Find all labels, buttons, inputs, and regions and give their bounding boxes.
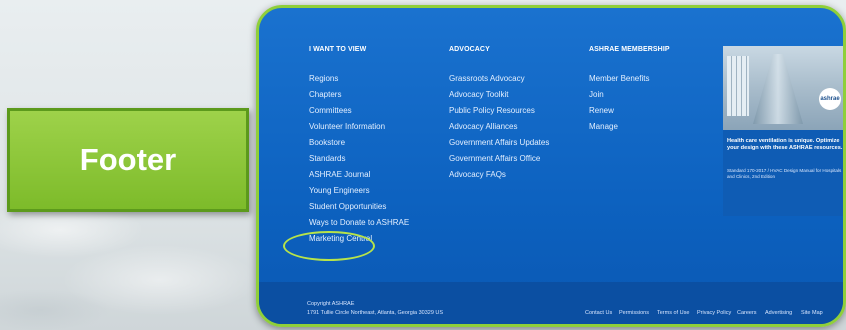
link-volunteer-information[interactable]: Volunteer Information bbox=[309, 122, 385, 131]
footer-panel: I WANT TO VIEW Regions Chapters Committe… bbox=[256, 5, 846, 327]
link-marketing-central[interactable]: Marketing Central bbox=[309, 234, 372, 243]
column-title-membership: ASHRAE MEMBERSHIP bbox=[589, 46, 670, 53]
link-permissions[interactable]: Permissions bbox=[619, 310, 649, 316]
link-grassroots-advocacy[interactable]: Grassroots Advocacy bbox=[449, 74, 525, 83]
link-government-affairs-office[interactable]: Government Affairs Office bbox=[449, 154, 540, 163]
column-title-advocacy: ADVOCACY bbox=[449, 46, 490, 53]
promo-subtext: Standard 170-2017 / HVAC Design Manual f… bbox=[727, 168, 842, 179]
column-title-view: I WANT TO VIEW bbox=[309, 46, 367, 53]
link-committees[interactable]: Committees bbox=[309, 106, 352, 115]
link-member-benefits[interactable]: Member Benefits bbox=[589, 74, 649, 83]
link-regions[interactable]: Regions bbox=[309, 74, 338, 83]
link-ashrae-journal[interactable]: ASHRAE Journal bbox=[309, 170, 370, 179]
ashrae-logo-icon: ashrae bbox=[819, 88, 841, 110]
link-manage[interactable]: Manage bbox=[589, 122, 618, 131]
link-careers[interactable]: Careers bbox=[737, 310, 757, 316]
copyright-line-1: Copyright ASHRAE bbox=[307, 301, 355, 307]
link-privacy-policy[interactable]: Privacy Policy bbox=[697, 310, 731, 316]
footer-label-badge: Footer bbox=[7, 108, 249, 212]
link-advertising[interactable]: Advertising bbox=[765, 310, 792, 316]
link-student-opportunities[interactable]: Student Opportunities bbox=[309, 202, 386, 211]
promo-card[interactable]: ashrae Health care ventilation is unique… bbox=[723, 46, 843, 216]
link-advocacy-toolkit[interactable]: Advocacy Toolkit bbox=[449, 90, 508, 99]
link-site-map[interactable]: Site Map bbox=[801, 310, 823, 316]
link-young-engineers[interactable]: Young Engineers bbox=[309, 186, 370, 195]
link-terms-of-use[interactable]: Terms of Use bbox=[657, 310, 689, 316]
link-standards[interactable]: Standards bbox=[309, 154, 345, 163]
link-bookstore[interactable]: Bookstore bbox=[309, 138, 345, 147]
window-shape bbox=[727, 56, 749, 116]
link-public-policy-resources[interactable]: Public Policy Resources bbox=[449, 106, 535, 115]
link-renew[interactable]: Renew bbox=[589, 106, 614, 115]
footer-label-text: Footer bbox=[79, 142, 177, 177]
corridor-shape bbox=[753, 54, 803, 124]
link-contact-us[interactable]: Contact Us bbox=[585, 310, 612, 316]
link-government-affairs-updates[interactable]: Government Affairs Updates bbox=[449, 138, 549, 147]
link-advocacy-faqs[interactable]: Advocacy FAQs bbox=[449, 170, 506, 179]
copyright-line-2: 1791 Tullie Circle Northeast, Atlanta, G… bbox=[307, 310, 444, 316]
link-chapters[interactable]: Chapters bbox=[309, 90, 341, 99]
link-join[interactable]: Join bbox=[589, 90, 604, 99]
link-ways-to-donate[interactable]: Ways to Donate to ASHRAE bbox=[309, 218, 409, 227]
promo-image: ashrae bbox=[723, 46, 843, 130]
link-advocacy-alliances[interactable]: Advocacy Alliances bbox=[449, 122, 517, 131]
promo-headline: Health care ventilation is unique. Optim… bbox=[727, 138, 843, 151]
